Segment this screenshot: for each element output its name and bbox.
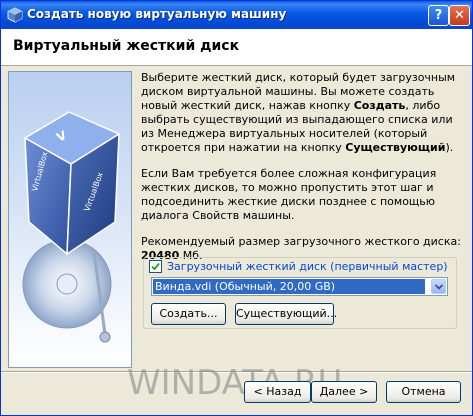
intro-text-segment: ).: [445, 141, 454, 154]
close-button[interactable]: ✕: [449, 5, 470, 26]
recommended-size-label: Рекомендуемый размер загрузочного жестко…: [141, 235, 461, 248]
virtualbox-app-icon: [7, 7, 23, 23]
virtualbox-cube-disk-icon: V VirtualBox VirtualBox: [22, 111, 121, 343]
window-title: Создать новую виртуальную машину: [27, 7, 287, 21]
description-text: Выберите жесткий диск, который будет заг…: [141, 71, 463, 263]
hard-disk-select[interactable]: Винда.vdi (Обычный, 20,00 GB): [151, 277, 448, 296]
intro-bold-term: Создать: [353, 99, 406, 112]
boot-disk-checkbox-label[interactable]: Загрузочный жесткий диск (первичный маст…: [167, 260, 448, 273]
wizard-header: Виртуальный жесткий диск: [1, 29, 472, 66]
create-disk-button[interactable]: Создать...: [151, 303, 226, 325]
boot-disk-checkbox-row[interactable]: Загрузочный жесткий диск (первичный маст…: [149, 259, 451, 273]
dropdown-arrow-button[interactable]: [431, 279, 446, 294]
intro-bold-term: Существующий: [345, 141, 446, 154]
intro-paragraph: Выберите жесткий диск, который будет заг…: [141, 71, 463, 155]
hard-disk-select-value[interactable]: Винда.vdi (Обычный, 20,00 GB): [153, 279, 425, 294]
boot-disk-checkbox[interactable]: [149, 259, 162, 273]
chevron-down-icon: [435, 284, 443, 290]
title-bar[interactable]: Создать новую виртуальную машину ? ✕: [1, 1, 472, 29]
existing-disk-button[interactable]: Существующий...: [235, 303, 337, 325]
back-button[interactable]: < Назад: [244, 381, 311, 403]
side-banner: V VirtualBox VirtualBox: [8, 71, 132, 368]
checkmark-icon: [151, 262, 160, 270]
cancel-button[interactable]: Отмена: [386, 381, 461, 403]
advanced-config-paragraph: Если Вам требуется более сложная конфигу…: [141, 167, 437, 222]
page-title: Виртуальный жесткий диск: [13, 38, 240, 54]
wizard-window: Создать новую виртуальную машину ? ✕ Вир…: [0, 0, 473, 416]
next-button[interactable]: Далее >: [311, 381, 377, 403]
help-button[interactable]: ?: [428, 5, 449, 26]
